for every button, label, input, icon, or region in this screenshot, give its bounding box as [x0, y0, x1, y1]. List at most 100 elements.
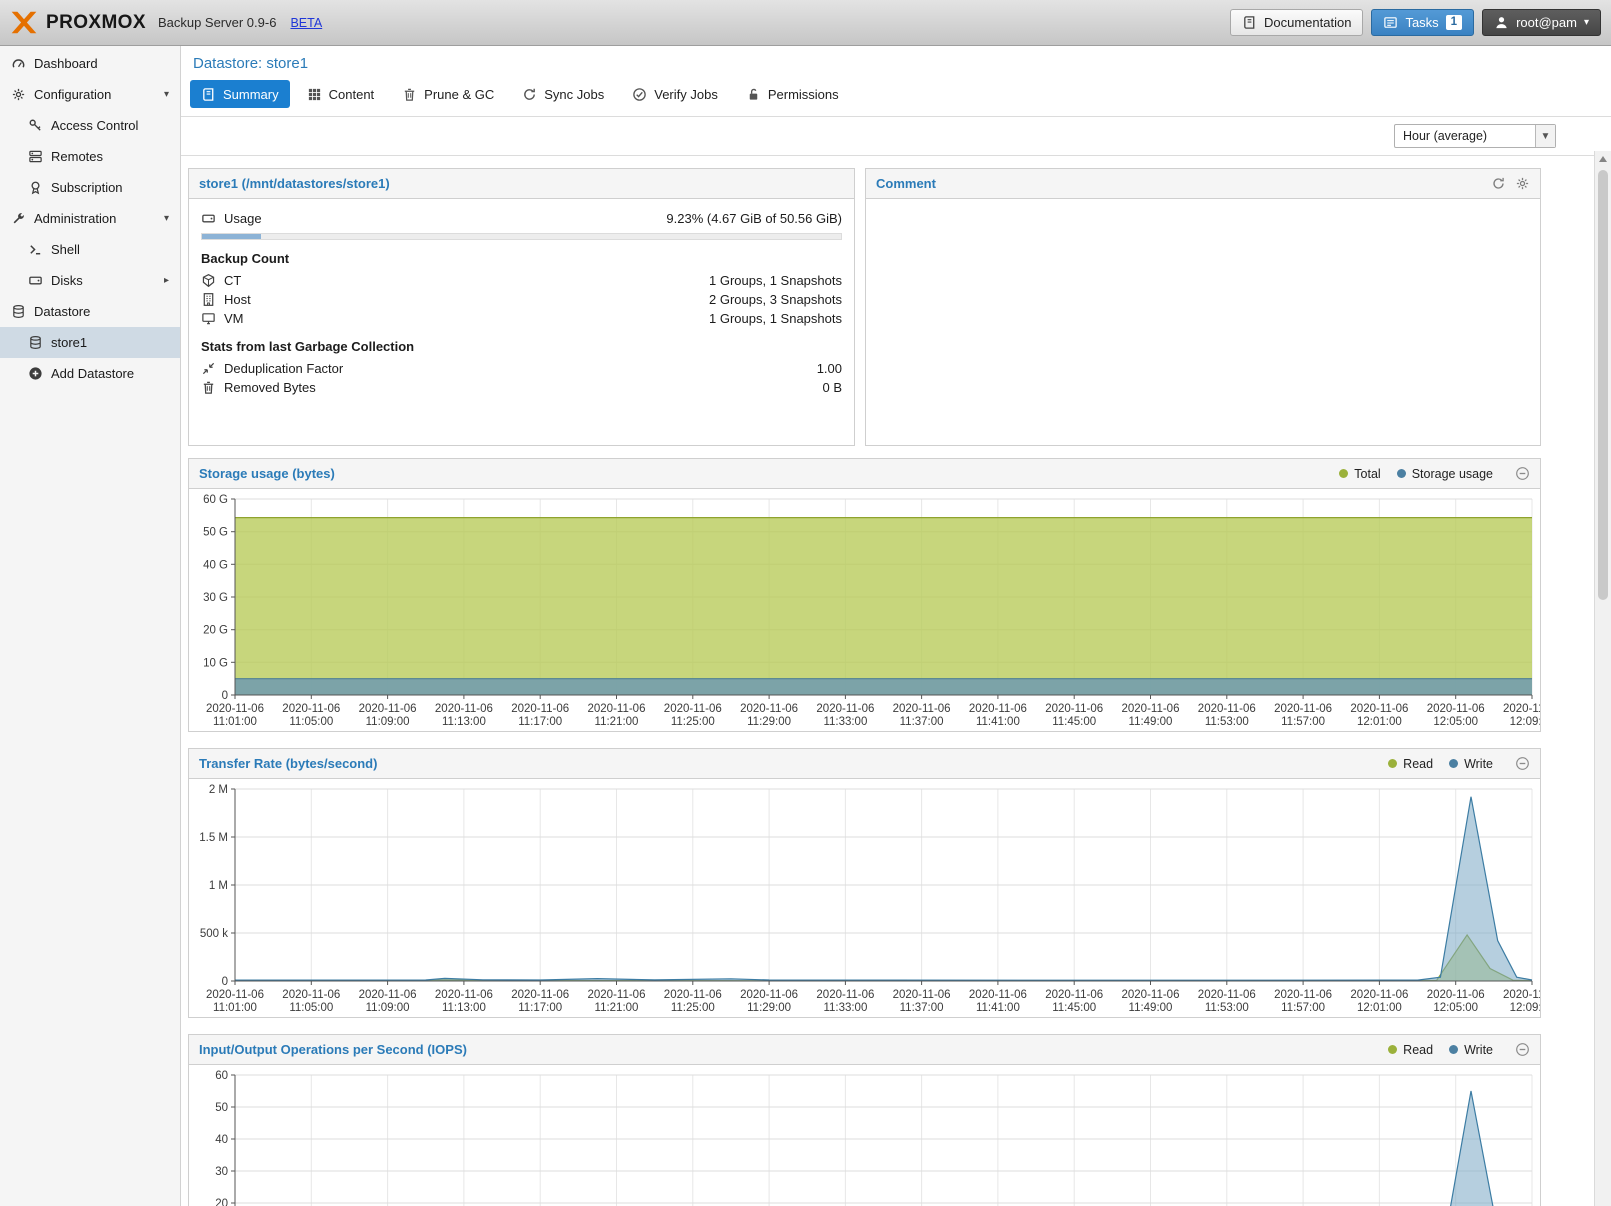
gear-icon[interactable]: [1515, 176, 1530, 191]
collapse-icon[interactable]: [1515, 466, 1530, 481]
tab-prune-gc[interactable]: Prune & GC: [391, 80, 505, 108]
legend-dot: [1388, 1045, 1397, 1054]
hdd-icon: [201, 211, 216, 226]
expanded-arrow-icon[interactable]: ▾: [164, 89, 172, 100]
hdd-icon: [28, 273, 43, 288]
sidebar-item-configuration[interactable]: Configuration ▾: [0, 79, 180, 110]
certificate-icon: [28, 180, 43, 195]
tab-sync-jobs[interactable]: Sync Jobs: [511, 80, 615, 108]
svg-text:2020-11-06: 2020-11-06: [1198, 703, 1256, 715]
expanded-arrow-icon[interactable]: ▾: [164, 213, 172, 224]
brand-name: PROXMOX: [46, 12, 146, 34]
legend-write: Write: [1449, 757, 1493, 771]
svg-text:2020-11-06: 2020-11-06: [282, 703, 340, 715]
removed-bytes-label: Removed Bytes: [224, 380, 316, 395]
tasks-count-badge: 1: [1446, 15, 1462, 30]
svg-text:11:05:00: 11:05:00: [289, 716, 333, 728]
host-label: Host: [224, 292, 251, 307]
svg-text:11:21:00: 11:21:00: [595, 716, 639, 728]
sidebar-item-label: Subscription: [51, 180, 123, 195]
scroll-up-icon[interactable]: [1595, 151, 1611, 167]
collapse-icon[interactable]: [1515, 1042, 1530, 1057]
sidebar-item-datastore[interactable]: Datastore: [0, 296, 180, 327]
grid-icon: [307, 87, 322, 102]
gc-stats-heading: Stats from last Garbage Collection: [201, 339, 842, 354]
svg-text:2020-11-06: 2020-11-06: [740, 703, 798, 715]
legend-dot: [1397, 469, 1406, 478]
gears-icon: [11, 87, 26, 102]
svg-text:2020-11-06: 2020-11-06: [511, 703, 569, 715]
usage-progress-fill: [202, 234, 261, 239]
transfer-rate-chart: 0500 k1 M1.5 M2 M2020-11-0611:01:002020-…: [189, 779, 1540, 1017]
sidebar-item-subscription[interactable]: Subscription: [0, 172, 180, 203]
storage-usage-panel: Storage usage (bytes) Total Storage usag…: [188, 458, 1541, 732]
svg-text:2020-11-06: 2020-11-06: [206, 989, 264, 1001]
documentation-button[interactable]: Documentation: [1230, 9, 1363, 36]
sidebar-item-label: Dashboard: [34, 56, 98, 71]
sidebar-item-label: Configuration: [34, 87, 111, 102]
sidebar-item-add-datastore[interactable]: Add Datastore: [0, 358, 180, 389]
legend-dot: [1388, 759, 1397, 768]
scrollbar-thumb[interactable]: [1598, 170, 1608, 600]
svg-text:2020-11-06: 2020-11-06: [1274, 703, 1332, 715]
sidebar-item-remotes[interactable]: Remotes: [0, 141, 180, 172]
svg-text:11:01:00: 11:01:00: [213, 1002, 257, 1014]
svg-text:2020-11-06: 2020-11-06: [969, 989, 1027, 1001]
sidebar-item-store1[interactable]: store1: [0, 327, 180, 358]
sidebar-item-label: Add Datastore: [51, 366, 134, 381]
product-version: Backup Server 0.9-6: [158, 15, 277, 30]
svg-text:11:41:00: 11:41:00: [976, 1002, 1020, 1014]
sidebar-item-disks[interactable]: Disks ▸: [0, 265, 180, 296]
svg-text:2020-11-06: 2020-11-06: [893, 989, 951, 1001]
tab-verify-jobs[interactable]: Verify Jobs: [621, 80, 729, 108]
collapsed-arrow-icon[interactable]: ▸: [164, 275, 172, 286]
tab-summary[interactable]: Summary: [190, 80, 290, 108]
transfer-rate-panel: Transfer Rate (bytes/second) Read Write …: [188, 748, 1541, 1018]
timeframe-value: Hour (average): [1395, 129, 1535, 143]
user-menu-button[interactable]: root@pam ▾: [1482, 9, 1601, 36]
book-icon: [1242, 15, 1257, 30]
vertical-scrollbar[interactable]: [1594, 151, 1611, 1206]
svg-text:2020-11-06: 2020-11-06: [359, 989, 417, 1001]
svg-text:2020-11-06: 2020-11-06: [1503, 989, 1540, 1001]
user-label: root@pam: [1516, 15, 1577, 30]
tasks-button[interactable]: Tasks 1: [1371, 9, 1474, 36]
tab-content[interactable]: Content: [296, 80, 386, 108]
svg-text:12:05:00: 12:05:00: [1433, 1002, 1478, 1014]
svg-text:2 M: 2 M: [209, 784, 228, 796]
tab-permissions[interactable]: Permissions: [735, 80, 850, 108]
sidebar-item-label: Access Control: [51, 118, 138, 133]
wrench-icon: [11, 211, 26, 226]
tab-bar: Summary Content Prune & GC Sync Jobs Ver…: [181, 75, 1611, 117]
ct-value: 1 Groups, 1 Snapshots: [709, 273, 842, 288]
sidebar-item-access-control[interactable]: Access Control: [0, 110, 180, 141]
cube-icon: [201, 273, 216, 288]
comment-body[interactable]: [866, 199, 1540, 219]
refresh-icon[interactable]: [1491, 176, 1506, 191]
sidebar-item-label: Remotes: [51, 149, 103, 164]
svg-text:11:29:00: 11:29:00: [747, 716, 791, 728]
svg-text:50 G: 50 G: [203, 527, 228, 539]
check-circle-icon: [632, 87, 647, 102]
svg-text:11:49:00: 11:49:00: [1129, 1002, 1173, 1014]
svg-text:11:37:00: 11:37:00: [900, 1002, 944, 1014]
proxmox-backup-server-app: PROXMOX Backup Server 0.9-6 BETA Documen…: [0, 0, 1611, 1206]
svg-text:2020-11-06: 2020-11-06: [969, 703, 1027, 715]
sidebar-item-shell[interactable]: Shell: [0, 234, 180, 265]
svg-text:11:49:00: 11:49:00: [1129, 716, 1173, 728]
key-icon: [28, 118, 43, 133]
beta-link[interactable]: BETA: [290, 16, 322, 30]
iops-panel: Input/Output Operations per Second (IOPS…: [188, 1034, 1541, 1206]
documentation-label: Documentation: [1264, 15, 1351, 30]
database-icon: [11, 304, 26, 319]
tab-label: Sync Jobs: [544, 87, 604, 102]
svg-text:2020-11-06: 2020-11-06: [1350, 989, 1408, 1001]
plus-circle-icon: [28, 366, 43, 381]
usage-label: Usage: [224, 211, 262, 226]
dedup-label: Deduplication Factor: [224, 361, 343, 376]
sidebar-item-dashboard[interactable]: Dashboard: [0, 48, 180, 79]
svg-text:2020-11-06: 2020-11-06: [1503, 703, 1540, 715]
timeframe-select[interactable]: Hour (average) ▼: [1394, 124, 1556, 148]
collapse-icon[interactable]: [1515, 756, 1530, 771]
sidebar-item-administration[interactable]: Administration ▾: [0, 203, 180, 234]
